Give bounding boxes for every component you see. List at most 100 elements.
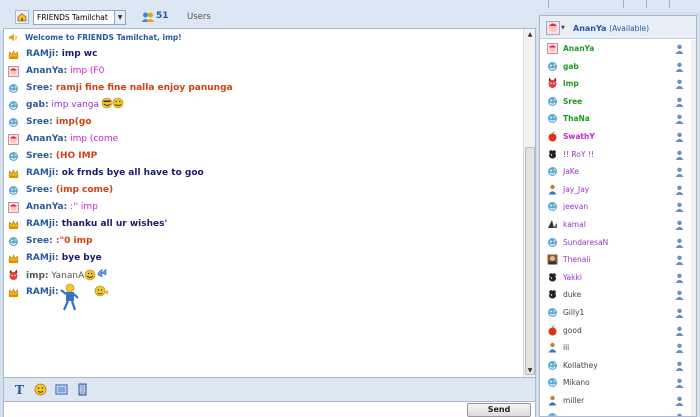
message-sender[interactable]: RAMji: xyxy=(26,253,59,263)
message-input[interactable] xyxy=(3,401,536,417)
profile-icon[interactable] xyxy=(675,326,684,336)
user-list-item[interactable]: !! RoY !! xyxy=(544,146,690,164)
message-sender[interactable]: AnanYa: xyxy=(26,66,67,76)
user-list-item[interactable] xyxy=(544,409,690,416)
profile-icon[interactable] xyxy=(675,308,684,318)
profile-icon[interactable] xyxy=(675,97,684,107)
chat-message: AnanYa: imp (come xyxy=(4,131,523,148)
message-sender[interactable]: AnanYa: xyxy=(26,134,67,144)
user-name: iii xyxy=(563,343,570,353)
user-list-item[interactable]: good xyxy=(544,322,690,340)
profile-icon[interactable] xyxy=(675,62,684,72)
user-list-item[interactable]: SwathY xyxy=(544,128,690,146)
profile-icon[interactable] xyxy=(675,79,684,90)
profile-icon[interactable] xyxy=(675,150,684,160)
profile-icon[interactable] xyxy=(675,44,684,54)
profile-icon[interactable] xyxy=(675,255,684,266)
user-list-item[interactable]: JaKe xyxy=(544,163,690,181)
profile-icon[interactable] xyxy=(675,361,684,371)
scroll-up-icon[interactable]: ▲ xyxy=(525,30,535,40)
user-list-item[interactable]: Mikano xyxy=(544,374,690,392)
messenger-icon xyxy=(9,101,18,110)
user-list-item[interactable]: AnanYa xyxy=(544,40,690,58)
message-sender[interactable]: Sree: xyxy=(26,151,53,161)
message-sender[interactable]: gab: xyxy=(26,100,49,110)
message-sender[interactable]: Sree: xyxy=(26,236,53,246)
user-list-item[interactable]: jeevan xyxy=(544,198,690,216)
divider xyxy=(623,0,624,8)
welcome-text: Welcome to FRIENDS Tamilchat, imp! xyxy=(25,33,182,42)
user-list-scrollbar[interactable] xyxy=(691,40,696,416)
profile-icon[interactable] xyxy=(675,290,684,301)
person-icon xyxy=(548,395,557,406)
apple-icon xyxy=(548,131,557,142)
chevron-down-icon[interactable]: ▼ xyxy=(114,11,125,24)
user-name: Thenali xyxy=(563,255,591,265)
user-list-item[interactable]: Sree xyxy=(544,93,690,111)
message-sender[interactable]: RAMji: xyxy=(26,287,59,297)
user-list-item[interactable]: Gilly1 xyxy=(544,304,690,322)
user-list-item[interactable]: ThaNa xyxy=(544,110,690,128)
user-list-item[interactable]: miller xyxy=(544,392,690,410)
profile-icon[interactable] xyxy=(675,238,684,248)
message-text: YananA xyxy=(48,271,85,281)
messenger-icon xyxy=(9,84,18,93)
message-sender[interactable]: imp: xyxy=(26,271,49,281)
profile-icon[interactable] xyxy=(675,413,684,416)
my-status-header: ▼ AnanYa (Available) xyxy=(540,16,696,39)
profile-icon[interactable] xyxy=(675,114,684,125)
profile-icon[interactable] xyxy=(675,220,684,230)
chat-scrollbar[interactable]: ▲ ▼ xyxy=(523,29,535,377)
film-icon[interactable] xyxy=(76,383,89,396)
messenger-icon xyxy=(548,167,557,177)
profile-icon[interactable] xyxy=(675,396,684,406)
users-tab[interactable]: Users xyxy=(187,12,211,22)
profile-icon[interactable] xyxy=(675,185,684,195)
user-list-item[interactable]: duke xyxy=(544,286,690,304)
scroll-thumb[interactable] xyxy=(525,147,535,375)
message-sender[interactable]: Sree: xyxy=(26,185,53,195)
message-text: ok frnds bye all have to goo xyxy=(58,168,204,178)
emoticon-icon[interactable] xyxy=(34,383,47,396)
profile-icon[interactable] xyxy=(675,378,684,389)
image-icon[interactable] xyxy=(55,383,68,396)
user-name: Mikano xyxy=(563,378,590,388)
status-caret-icon[interactable]: ▼ xyxy=(561,25,565,31)
person-icon xyxy=(548,342,557,353)
message-sender[interactable]: RAMji: xyxy=(26,219,59,229)
person-icon xyxy=(548,184,557,195)
user-list-item[interactable]: SundaresaN xyxy=(544,234,690,252)
send-button[interactable]: Send xyxy=(467,403,531,417)
user-list-item[interactable]: gab xyxy=(544,58,690,76)
profile-icon[interactable] xyxy=(675,167,684,178)
home-icon[interactable] xyxy=(15,10,29,24)
message-sender[interactable]: Sree: xyxy=(26,117,53,127)
profile-icon[interactable] xyxy=(675,273,684,283)
user-name: Gilly1 xyxy=(563,307,585,317)
user-list-item[interactable]: Kollathey xyxy=(544,357,690,375)
profile-icon[interactable] xyxy=(675,202,684,213)
crown-icon xyxy=(8,288,19,297)
chat-message: gab: imp vanga xyxy=(4,97,523,114)
message-sender[interactable]: RAMji: xyxy=(26,168,59,178)
scroll-down-icon[interactable]: ▼ xyxy=(525,366,535,376)
profile-icon[interactable] xyxy=(675,343,684,354)
user-list-item[interactable]: Jay_Jay xyxy=(544,181,690,199)
girl-avatar-icon[interactable] xyxy=(546,21,560,35)
message-sender[interactable]: AnanYa: xyxy=(26,202,67,212)
user-list-item[interactable]: kamal xyxy=(544,216,690,234)
chat-message: Sree: :"0 imp xyxy=(4,233,523,250)
user-list-item[interactable]: iii xyxy=(544,339,690,357)
user-list-item[interactable]: Yakki xyxy=(544,269,690,287)
user-name: Jay_Jay xyxy=(563,184,590,194)
user-list-item[interactable]: imp xyxy=(544,75,690,93)
message-sender[interactable]: Sree: xyxy=(26,83,53,93)
text-format-icon[interactable]: T xyxy=(13,383,26,396)
speaker-icon xyxy=(9,33,17,42)
room-dropdown[interactable]: FRIENDS Tamilchat ▼ xyxy=(33,10,126,25)
user-name: good xyxy=(563,325,582,335)
user-list-item[interactable]: Thenali xyxy=(544,251,690,269)
message-sender[interactable]: RAMji: xyxy=(26,49,59,59)
profile-icon[interactable] xyxy=(675,132,684,142)
shark-icon xyxy=(548,219,557,228)
